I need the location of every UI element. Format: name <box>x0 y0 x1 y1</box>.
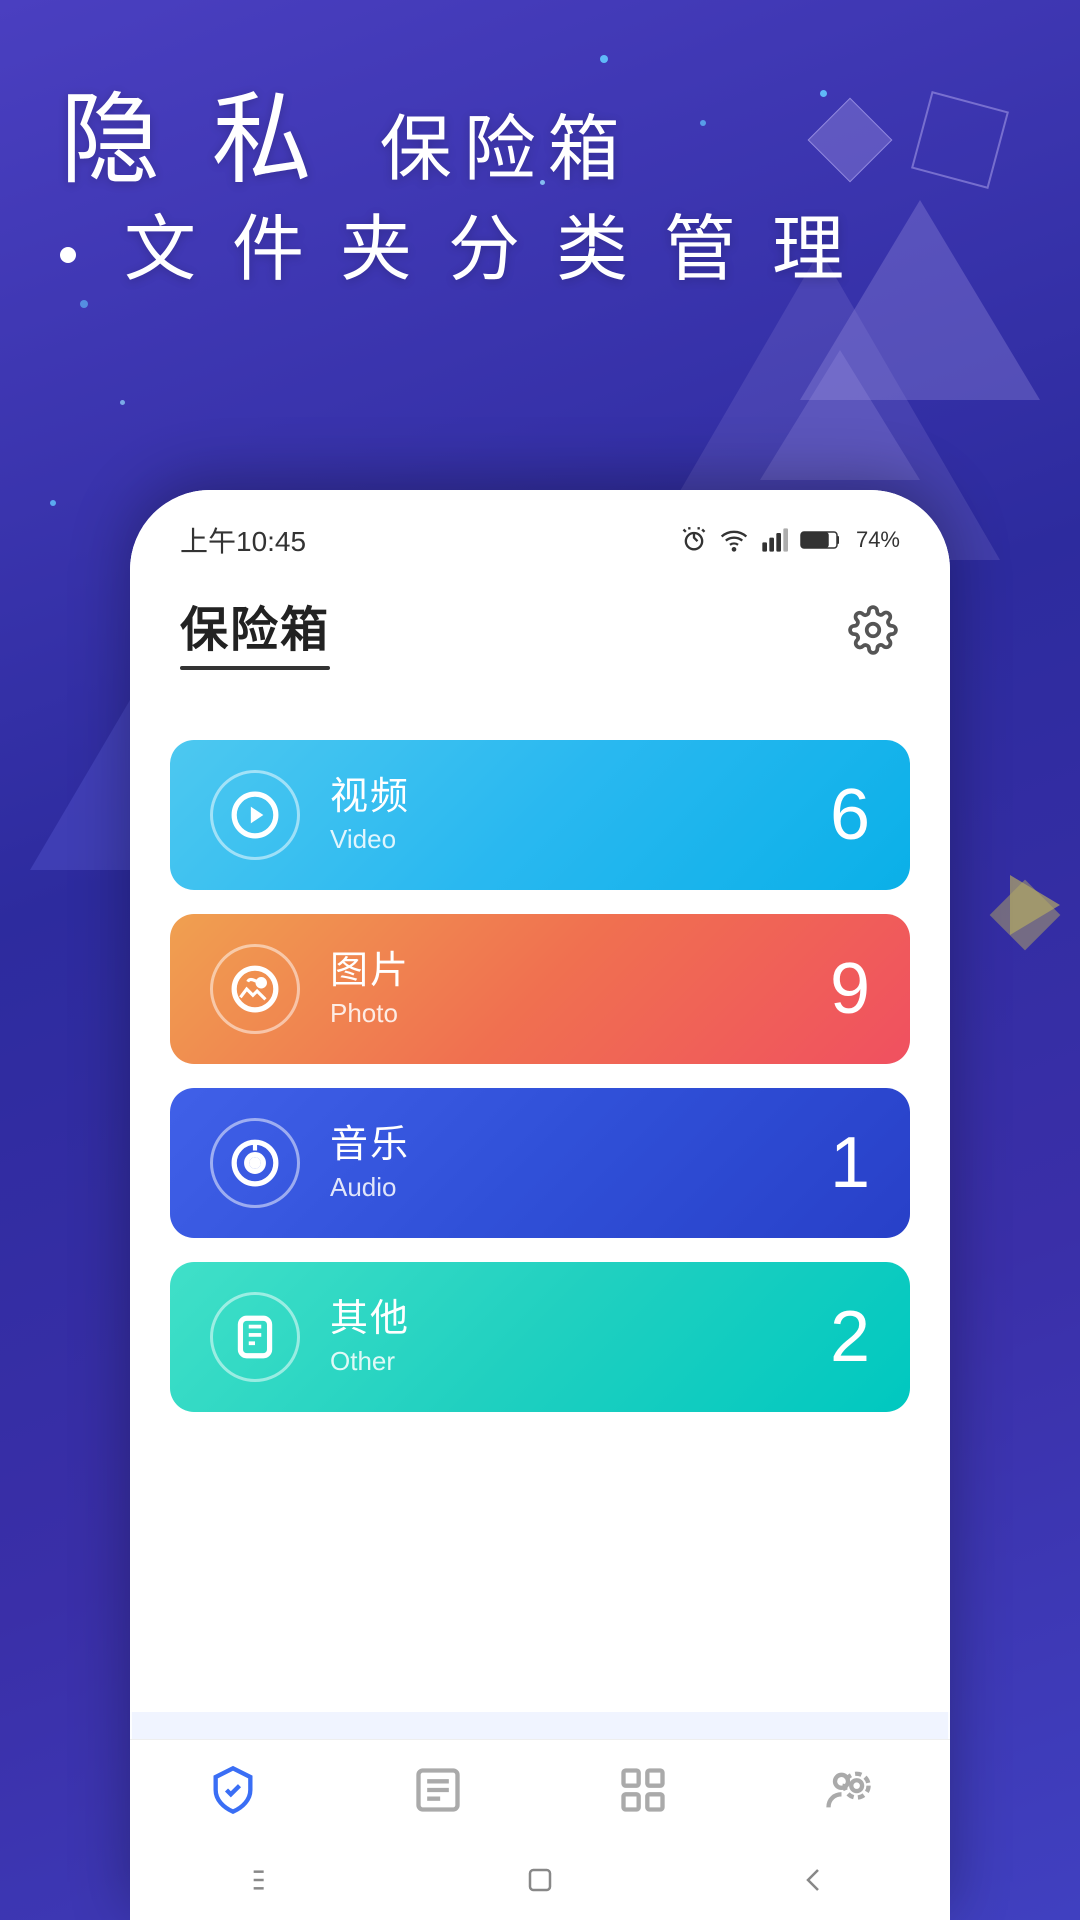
users-icon <box>818 1760 878 1820</box>
back-button[interactable] <box>793 1860 833 1900</box>
nav-apps[interactable] <box>540 1760 745 1820</box>
battery-percent: 74% <box>856 527 900 553</box>
list-nav-icon <box>412 1764 464 1816</box>
other-name-en: Other <box>330 1346 830 1377</box>
star-decoration <box>120 400 125 405</box>
other-count: 2 <box>830 1296 870 1378</box>
cards-container: 视频 Video 6 图片 Photo 9 <box>130 700 950 1412</box>
app-screen-title: 保险箱 <box>180 590 330 660</box>
app-tagline-sub: 文 件 夹 分 类 管 理 <box>60 200 852 301</box>
other-card[interactable]: 其他 Other 2 <box>170 1262 910 1412</box>
video-count: 6 <box>830 774 870 856</box>
home-button[interactable] <box>520 1860 560 1900</box>
cube-decoration <box>911 91 1009 189</box>
video-card-text: 视频 Video <box>330 775 830 856</box>
other-icon-container <box>210 1292 300 1382</box>
battery-icon <box>800 526 844 554</box>
bullet-icon <box>60 247 76 263</box>
other-name-zh: 其他 <box>330 1297 830 1343</box>
audio-card-text: 音乐 Audio <box>330 1123 830 1204</box>
other-icon <box>230 1312 280 1362</box>
apps-nav-icon <box>617 1764 669 1816</box>
gear-icon <box>848 605 898 655</box>
shield-icon <box>203 1760 263 1820</box>
video-icon <box>230 790 280 840</box>
triangle-decoration <box>760 350 920 480</box>
photo-name-zh: 图片 <box>330 949 830 995</box>
app-tagline-main: 隐 私 保险箱 <box>60 80 852 200</box>
status-bar: 上午10:45 74% <box>130 490 950 570</box>
photo-icon <box>230 964 280 1014</box>
content-area <box>130 1412 950 1712</box>
header-section: 隐 私 保险箱 文 件 夹 分 类 管 理 <box>60 80 852 301</box>
menu-button[interactable] <box>247 1860 287 1900</box>
video-name-en: Video <box>330 824 830 855</box>
star-decoration <box>600 55 608 63</box>
bottom-navigation <box>130 1739 950 1840</box>
alarm-icon <box>680 526 708 554</box>
audio-name-zh: 音乐 <box>330 1123 830 1169</box>
photo-icon-container <box>210 944 300 1034</box>
nav-users[interactable] <box>745 1760 950 1820</box>
signal-icon <box>760 526 788 554</box>
audio-icon <box>230 1138 280 1188</box>
wifi-icon <box>720 526 748 554</box>
video-card[interactable]: 视频 Video 6 <box>170 740 910 890</box>
audio-card[interactable]: 音乐 Audio 1 <box>170 1088 910 1238</box>
phone-mockup: 上午10:45 74% 保险箱 <box>130 490 950 1920</box>
shield-nav-icon <box>207 1764 259 1816</box>
nav-list[interactable] <box>335 1760 540 1820</box>
title-underline <box>180 666 330 670</box>
home-icon <box>520 1860 560 1900</box>
star-decoration <box>50 500 56 506</box>
star-decoration <box>80 300 88 308</box>
app-title-container: 保险箱 <box>180 590 330 670</box>
menu-icon <box>247 1860 287 1900</box>
photo-card-text: 图片 Photo <box>330 949 830 1030</box>
audio-name-en: Audio <box>330 1172 830 1203</box>
app-header: 保险箱 <box>130 570 950 700</box>
photo-name-en: Photo <box>330 998 830 1029</box>
audio-count: 1 <box>830 1122 870 1204</box>
photo-count: 9 <box>830 948 870 1030</box>
apps-icon <box>613 1760 673 1820</box>
nav-safe[interactable] <box>130 1760 335 1820</box>
photo-card[interactable]: 图片 Photo 9 <box>170 914 910 1064</box>
settings-button[interactable] <box>846 603 900 657</box>
other-card-text: 其他 Other <box>330 1297 830 1378</box>
arrow-decoration <box>1010 875 1060 935</box>
video-icon-container <box>210 770 300 860</box>
status-icons: 74% <box>680 526 900 554</box>
back-icon <box>793 1860 833 1900</box>
audio-icon-container <box>210 1118 300 1208</box>
list-icon <box>408 1760 468 1820</box>
users-nav-icon <box>822 1764 874 1816</box>
status-time: 上午10:45 <box>180 520 306 560</box>
system-nav <box>130 1840 950 1920</box>
video-name-zh: 视频 <box>330 775 830 821</box>
